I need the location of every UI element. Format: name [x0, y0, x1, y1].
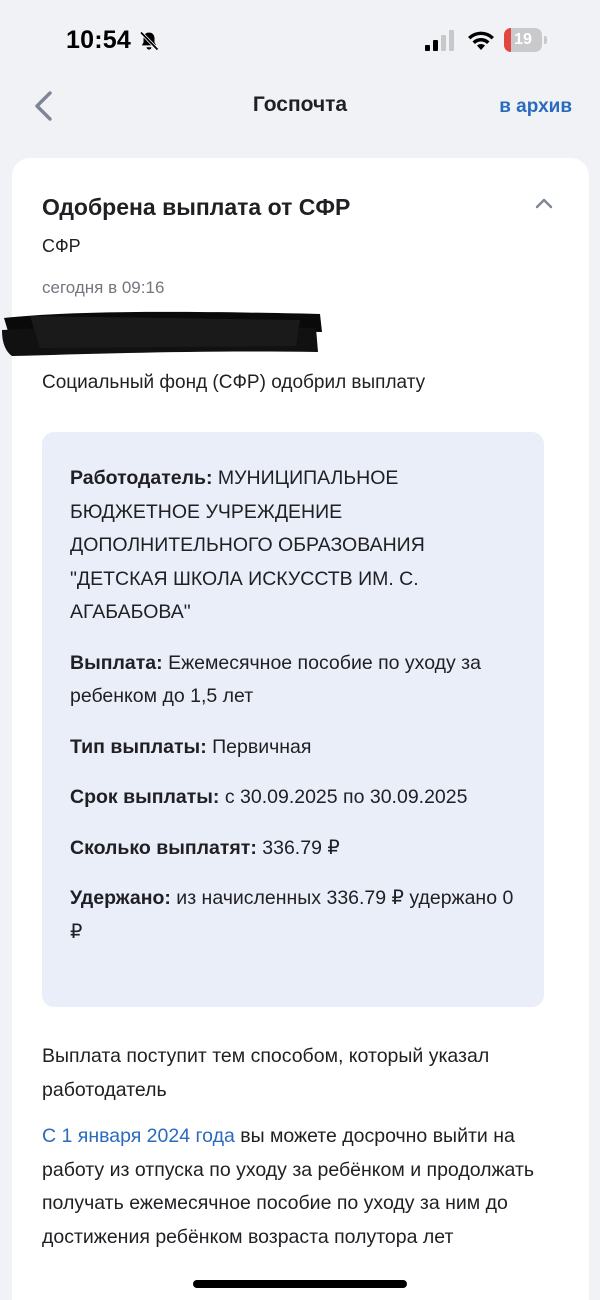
redaction-scribble	[2, 311, 322, 356]
date-link[interactable]: С 1 января 2024 года	[42, 1125, 235, 1147]
detail-label: Выплата:	[70, 651, 163, 674]
message-card: Одобрена выплата от СФР СФР сегодня в 09…	[2, 158, 589, 1300]
status-time: 10:54	[66, 26, 131, 54]
detail-payment: Выплата: Ежемесячное пособие по уходу за…	[70, 647, 516, 714]
detail-employer: Работодатель: МУНИЦИПАЛЬНОЕ БЮДЖЕТНОЕ УЧ…	[70, 462, 516, 630]
detail-amount: Сколько выплатят: 336.79 ₽	[70, 832, 516, 866]
detail-label: Работодатель:	[70, 467, 213, 489]
payment-details: Работодатель: МУНИЦИПАЛЬНОЕ БЮДЖЕТНОЕ УЧ…	[42, 432, 544, 1007]
detail-value: Первичная	[212, 735, 312, 758]
message-title: Одобрена выплата от СФР	[42, 194, 351, 220]
detail-payment-type: Тип выплаты: Первичная	[70, 731, 516, 765]
detail-payment-period: Срок выплаты: с 30.09.2025 по 30.09.2025	[70, 781, 516, 815]
detail-label: Удержано:	[70, 887, 171, 909]
detail-withheld: Удержано: из начисленных 336.79 ₽ удержа…	[70, 882, 516, 949]
bell-slash-icon	[139, 31, 159, 51]
wifi-icon	[468, 31, 494, 50]
detail-value: 336.79 ₽	[262, 836, 340, 859]
battery-percent: 19	[514, 31, 532, 48]
early-return-note: С 1 января 2024 года вы можете досрочно …	[42, 1120, 542, 1254]
detail-value: МУНИЦИПАЛЬНОЕ БЮДЖЕТНОЕ УЧРЕЖДЕНИЕ ДОПОЛ…	[70, 467, 425, 623]
home-indicator[interactable]	[193, 1280, 407, 1288]
message-intro: Социальный фонд (СФР) одобрил выплату	[42, 372, 426, 393]
payment-method-note: Выплата поступит тем способом, который у…	[42, 1045, 490, 1101]
detail-label: Сколько выплатят:	[70, 836, 257, 859]
detail-label: Тип выплаты:	[70, 735, 207, 758]
detail-value: с 30.09.2025 по 30.09.2025	[224, 786, 468, 808]
detail-label: Срок выплаты:	[70, 786, 220, 808]
cellular-signal-icon	[425, 30, 454, 51]
message-timestamp: сегодня в 09:16	[42, 278, 165, 297]
battery-indicator: 19	[504, 28, 548, 52]
chevron-up-icon[interactable]	[532, 194, 556, 212]
archive-button[interactable]: в архив	[499, 96, 572, 118]
status-bar: 10:54 19	[0, 0, 600, 80]
message-sender: СФР	[42, 236, 81, 256]
